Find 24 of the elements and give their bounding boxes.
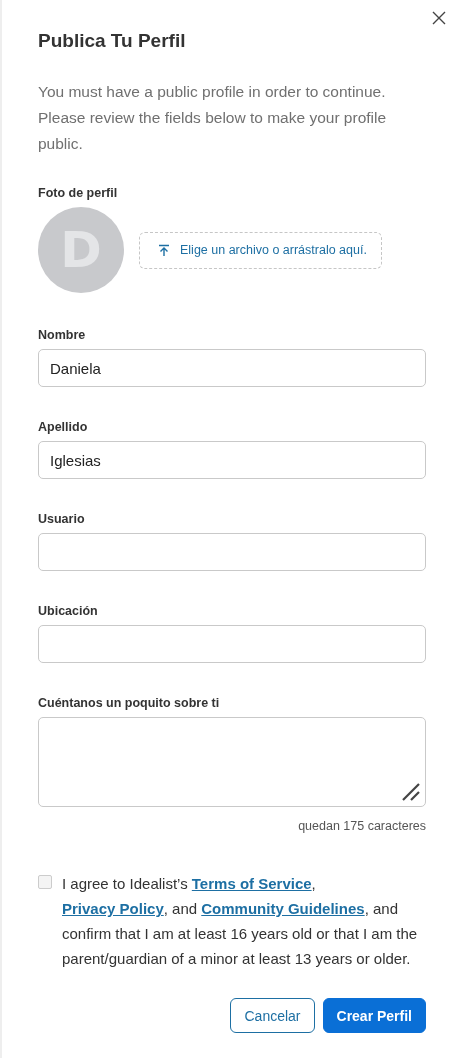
description-text: You must have a public profile in order to continue. Please review the fields below to make your profile public. xyxy=(38,82,388,154)
cancel-button[interactable]: Cancelar xyxy=(230,998,315,1033)
close-icon[interactable] xyxy=(432,11,446,25)
checkbox[interactable] xyxy=(38,875,52,889)
field-label: Usuario xyxy=(38,511,85,527)
resize-handle-icon[interactable] xyxy=(401,782,421,802)
text-field[interactable]: Iglesias xyxy=(38,441,426,479)
text-field[interactable] xyxy=(38,625,426,663)
dialog-title: Publica Tu Perfil xyxy=(38,29,187,53)
field-label: Nombre xyxy=(38,327,86,343)
link[interactable]: Privacy Policy xyxy=(62,900,164,917)
upload-button[interactable]: Elige un archivo o arrástralo aquí. xyxy=(139,231,382,269)
text-field[interactable] xyxy=(38,533,426,571)
field-label: Foto de perfil xyxy=(38,185,118,201)
field-label: Cuéntanos un poquito sobre ti xyxy=(38,695,220,711)
field-label: Apellido xyxy=(38,419,88,435)
text-field[interactable]: Daniela xyxy=(38,349,426,387)
upload-icon xyxy=(158,243,170,257)
link[interactable]: Terms of Service xyxy=(191,875,312,892)
field-label: Ubicación xyxy=(38,603,98,619)
agreement-text: I agree to Idealist’s Terms of Service, Privacy Policy, and Community Guidelines, and confirm that I am at least 16 years old or that I am the parent/guardian of a minor at least 13 years or older. xyxy=(62,874,419,969)
character-counter: quedan 175 caracteres xyxy=(298,819,426,833)
create-profile-button[interactable]: Crear Perfil xyxy=(322,998,426,1033)
link[interactable]: Community Guidelines xyxy=(201,900,365,917)
